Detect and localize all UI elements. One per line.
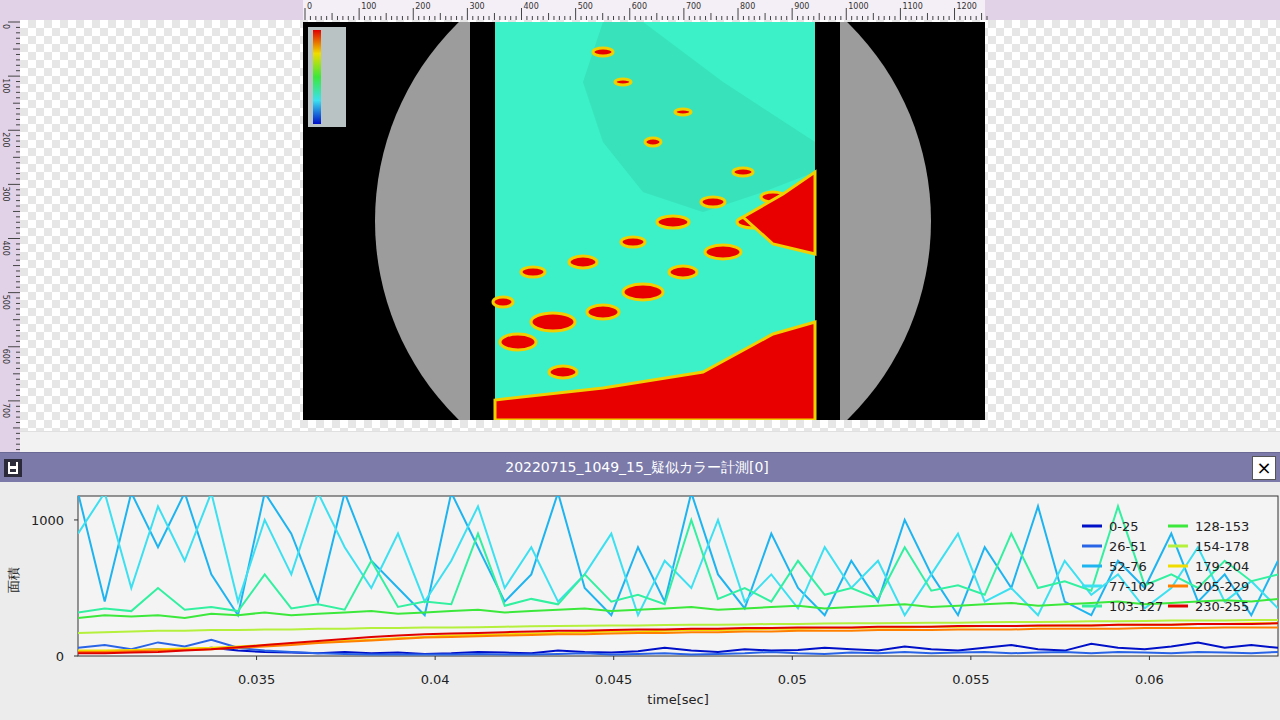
left-ruler: 0 100 200 300 400 500 600 700 <box>0 20 20 452</box>
svg-text:0.06: 0.06 <box>1135 672 1164 687</box>
svg-text:77-102: 77-102 <box>1109 579 1155 594</box>
y-tick: 0 <box>56 649 78 664</box>
horizontal-scrollbar[interactable] <box>20 431 1280 452</box>
ruler-label: 0 <box>307 2 312 11</box>
svg-text:230-255: 230-255 <box>1195 599 1249 614</box>
svg-text:0.055: 0.055 <box>952 672 989 687</box>
x-tick: 0.05 <box>778 656 807 687</box>
x-tick: 0.045 <box>595 656 632 687</box>
ruler-label: 700 <box>686 2 701 11</box>
legend-item: 103-127 <box>1082 599 1163 614</box>
y-axis-label: 面積 <box>6 567 21 593</box>
svg-text:179-204: 179-204 <box>1195 559 1249 574</box>
ruler-label: 400 <box>1 241 10 256</box>
svg-text:0.05: 0.05 <box>778 672 807 687</box>
window-title: 20220715_1049_15_疑似カラー計測[0] <box>22 459 1252 477</box>
ruler-label: 600 <box>632 2 647 11</box>
ruler-label: 100 <box>361 2 376 11</box>
ruler-label: 700 <box>1 403 10 418</box>
legend-item: 230-255 <box>1168 599 1249 614</box>
series-line <box>78 627 1278 652</box>
svg-text:26-51: 26-51 <box>1109 539 1147 554</box>
svg-text:0.035: 0.035 <box>238 672 275 687</box>
ruler-label: 400 <box>524 2 539 11</box>
close-button[interactable]: × <box>1252 456 1276 480</box>
app: 0100200300400500600700800900100011001200… <box>0 0 1280 720</box>
ruler-label: 100 <box>1 78 10 93</box>
ruler-corner <box>0 0 20 20</box>
svg-text:103-127: 103-127 <box>1109 599 1163 614</box>
svg-text:128-153: 128-153 <box>1195 519 1249 534</box>
image-area <box>20 20 1280 431</box>
ruler-label: 300 <box>469 2 484 11</box>
x-tick: 0.04 <box>421 656 450 687</box>
ruler-label: 1200 <box>957 2 977 11</box>
svg-text:205-229: 205-229 <box>1195 579 1249 594</box>
ruler-label: 500 <box>1 295 10 310</box>
series-line <box>78 496 1278 615</box>
ruler-label: 800 <box>740 2 755 11</box>
svg-text:0-25: 0-25 <box>1109 519 1139 534</box>
window-title-bar: 20220715_1049_15_疑似カラー計測[0]× <box>0 452 1280 482</box>
series-line <box>78 496 1278 615</box>
legend-item: 26-51 <box>1082 539 1147 554</box>
x-axis-label: time[sec] <box>647 692 708 707</box>
camera-frame-image <box>303 22 985 420</box>
image-viewer: 0100200300400500600700800900100011001200… <box>0 0 1280 452</box>
legend-item: 205-229 <box>1168 579 1249 594</box>
y-tick: 1000 <box>31 513 78 528</box>
top-ruler-bar: 0 100 200 300 400 500 600 700 800 900 1000 1100 1200 <box>20 0 1280 20</box>
x-tick: 0.035 <box>238 656 275 687</box>
left-ruler-bar: 0 100 200 300 400 500 600 700 <box>0 20 20 452</box>
save-icon[interactable] <box>4 459 22 477</box>
ruler-label: 0 <box>1 24 10 29</box>
ruler-label: 1100 <box>902 2 922 11</box>
svg-text:0.045: 0.045 <box>595 672 632 687</box>
ruler-label: 900 <box>794 2 809 11</box>
svg-text:0: 0 <box>56 649 64 664</box>
chart-panel: 1000 0 0.035 0.04 0.045 0.05 0.055 0.06 面積 time[s… <box>0 482 1280 720</box>
series-line <box>78 599 1278 618</box>
image-canvas <box>20 20 1280 452</box>
svg-text:0.04: 0.04 <box>421 672 450 687</box>
ruler-label: 500 <box>578 2 593 11</box>
legend-item: 179-204 <box>1168 559 1249 574</box>
legend-item: 128-153 <box>1168 519 1249 534</box>
svg-text:1000: 1000 <box>31 513 64 528</box>
svg-text:52-76: 52-76 <box>1109 559 1147 574</box>
ruler-label: 300 <box>1 186 10 201</box>
ruler-label: 200 <box>415 2 430 11</box>
x-tick: 0.055 <box>952 656 989 687</box>
legend: 0-25 26-51 52-76 77-102 103-127 128-153 154-17… <box>1082 519 1249 614</box>
legend-item: 52-76 <box>1082 559 1147 574</box>
area-chart: 1000 0 0.035 0.04 0.045 0.05 0.055 0.06 面積 time[s… <box>0 482 1280 720</box>
x-tick: 0.06 <box>1135 656 1164 687</box>
legend-item: 154-178 <box>1168 539 1249 554</box>
legend-item: 77-102 <box>1082 579 1155 594</box>
top-ruler: 0 100 200 300 400 500 600 700 800 900 1000 1100 1200 <box>20 0 1280 20</box>
series-line <box>78 623 1278 653</box>
svg-text:154-178: 154-178 <box>1195 539 1249 554</box>
series-line <box>78 506 1278 612</box>
ruler-label: 600 <box>1 349 10 364</box>
ruler-label: 1000 <box>848 2 868 11</box>
ruler-label: 200 <box>1 132 10 147</box>
legend-item: 0-25 <box>1082 519 1139 534</box>
